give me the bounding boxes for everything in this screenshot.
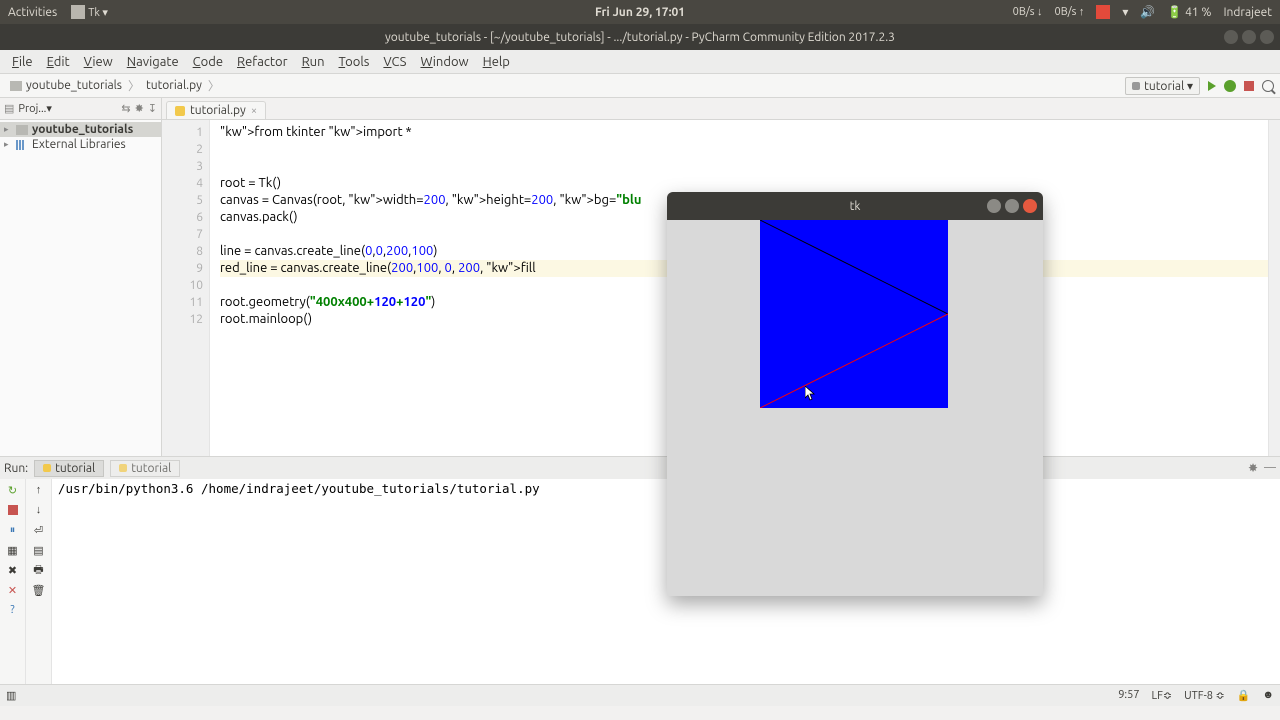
error-stripe[interactable] <box>1268 120 1280 456</box>
run-gutter-console: ↑ ↓ ⏎ ▤ 🖶 🗑 <box>26 479 52 684</box>
up-icon[interactable]: ↑ <box>32 483 46 497</box>
net-down: 0B/s ↓ <box>1013 6 1043 18</box>
menu-refactor[interactable]: Refactor <box>231 53 294 71</box>
work-area: ▸youtube_tutorials ▸External Libraries 1… <box>0 120 1280 456</box>
run-tab-inactive[interactable]: tutorial <box>110 460 180 477</box>
editor-tab-tutorial[interactable]: tutorial.py × <box>166 101 266 119</box>
clear-icon[interactable]: 🗑 <box>32 583 46 597</box>
editor-gutter: 123456789101112 <box>162 120 210 456</box>
breadcrumb-root[interactable]: youtube_tutorials <box>6 79 126 92</box>
clock: Fri Jun 29, 17:01 <box>595 6 685 19</box>
tk-maximize-button[interactable] <box>1005 199 1019 213</box>
gear-icon[interactable]: ✸ <box>1248 461 1258 475</box>
project-panel-header[interactable]: ▤ Proj...▾ ⇆ ✸ ↧ <box>0 98 162 119</box>
soft-wrap-icon[interactable]: ⏎ <box>32 523 46 537</box>
activities-button[interactable]: Activities <box>8 6 57 19</box>
menu-tools[interactable]: Tools <box>333 53 376 71</box>
status-bar: ▥ 9:57 LF≎ UTF-8 ≎ 🔒 ☻ <box>0 684 1280 706</box>
close-button[interactable] <box>1260 30 1274 44</box>
minimize-panel-icon[interactable]: ― <box>1264 461 1276 475</box>
breadcrumb-file[interactable]: tutorial.py <box>142 79 206 92</box>
menu-help[interactable]: Help <box>477 53 516 71</box>
menu-view[interactable]: View <box>78 53 119 71</box>
run-gutter-left: ↻ ⏸ ▦ ✖ ✕ ? <box>0 479 26 684</box>
menu-window[interactable]: Window <box>414 53 474 71</box>
menu-navigate[interactable]: Navigate <box>121 53 185 71</box>
folder-icon <box>16 125 28 135</box>
menu-run[interactable]: Run <box>296 53 331 71</box>
window-title: youtube_tutorials - [~/youtube_tutorials… <box>385 31 895 44</box>
encoding[interactable]: UTF-8 ≎ <box>1184 689 1225 702</box>
run-button[interactable] <box>1208 81 1216 91</box>
readonly-lock-icon[interactable]: 🔒 <box>1237 689 1251 702</box>
search-everywhere-icon[interactable] <box>1262 80 1274 92</box>
close-tab-icon[interactable]: × <box>251 105 257 117</box>
record-indicator[interactable] <box>1096 5 1110 19</box>
menu-code[interactable]: Code <box>187 53 229 71</box>
user-menu[interactable]: Indrajeet <box>1223 6 1272 19</box>
net-up: 0B/s ↑ <box>1055 6 1085 18</box>
folder-icon <box>10 81 22 91</box>
menu-edit[interactable]: Edit <box>41 53 76 71</box>
tree-external-libraries[interactable]: ▸External Libraries <box>0 137 161 152</box>
tk-canvas <box>760 220 948 408</box>
tk-application-window[interactable]: tk <box>667 192 1043 596</box>
menu-file[interactable]: File <box>6 53 39 71</box>
sound-icon[interactable]: 🔊 <box>1140 5 1155 19</box>
run-tool-window: Run: tutorial tutorial ✸ ― ↻ ⏸ ▦ ✖ ✕ ? ↑… <box>0 456 1280 684</box>
python-file-icon <box>175 106 185 116</box>
tk-titlebar[interactable]: tk <box>667 192 1043 220</box>
run-tab-active[interactable]: tutorial <box>34 460 104 477</box>
tree-root[interactable]: ▸youtube_tutorials <box>0 122 161 137</box>
hide-icon[interactable]: ↧ <box>148 102 157 115</box>
status-icon[interactable]: ▥ <box>6 689 16 702</box>
tk-close-button[interactable] <box>1023 199 1037 213</box>
tk-title: tk <box>850 200 861 213</box>
tool-tabs-row: ▤ Proj...▾ ⇆ ✸ ↧ tutorial.py × <box>0 98 1280 120</box>
library-icon <box>16 140 28 150</box>
run-output[interactable]: /usr/bin/python3.6 /home/indrajeet/youtu… <box>52 479 1280 684</box>
menu-vcs[interactable]: VCS <box>377 53 412 71</box>
print-icon[interactable]: 🖶 <box>32 563 46 577</box>
canvas-red-line <box>760 314 948 408</box>
caret-position: 9:57 <box>1118 689 1139 702</box>
hector-icon[interactable]: ☻ <box>1262 689 1274 702</box>
wifi-icon[interactable]: ▾ <box>1122 5 1128 19</box>
project-icon: ▤ <box>4 102 14 115</box>
pycharm-titlebar: youtube_tutorials - [~/youtube_tutorials… <box>0 24 1280 50</box>
pause-icon[interactable]: ⏸ <box>6 523 20 537</box>
pin-icon[interactable]: ✖ <box>6 563 20 577</box>
run-label: Run: <box>4 462 28 475</box>
stop-icon[interactable] <box>6 503 20 517</box>
project-tree[interactable]: ▸youtube_tutorials ▸External Libraries <box>0 120 162 456</box>
desktop-panel: Activities Tk ▾ Fri Jun 29, 17:01 0B/s ↓… <box>0 0 1280 24</box>
tk-minimize-button[interactable] <box>987 199 1001 213</box>
stop-button[interactable] <box>1244 81 1254 91</box>
run-config-selector[interactable]: tutorial ▾ <box>1125 77 1200 95</box>
down-icon[interactable]: ↓ <box>32 503 46 517</box>
menu-bar: FileEditViewNavigateCodeRefactorRunTools… <box>0 50 1280 74</box>
restore-layout-icon[interactable]: ▦ <box>6 543 20 557</box>
gear-icon[interactable]: ✸ <box>135 102 144 115</box>
maximize-button[interactable] <box>1242 30 1256 44</box>
navigation-bar: youtube_tutorials 〉 tutorial.py 〉 tutori… <box>0 74 1280 98</box>
battery-indicator[interactable]: 🔋 41 % <box>1167 5 1211 19</box>
scroll-icon[interactable]: ▤ <box>32 543 46 557</box>
rerun-icon[interactable]: ↻ <box>6 483 20 497</box>
canvas-black-line <box>760 220 948 314</box>
help-icon[interactable]: ? <box>6 603 20 617</box>
line-separator[interactable]: LF≎ <box>1152 689 1173 702</box>
app-indicator[interactable]: Tk ▾ <box>71 5 108 19</box>
minimize-button[interactable] <box>1224 30 1238 44</box>
close-icon[interactable]: ✕ <box>6 583 20 597</box>
debug-button[interactable] <box>1224 80 1236 92</box>
run-header: Run: tutorial tutorial ✸ ― <box>0 457 1280 479</box>
collapse-icon[interactable]: ⇆ <box>121 102 130 115</box>
